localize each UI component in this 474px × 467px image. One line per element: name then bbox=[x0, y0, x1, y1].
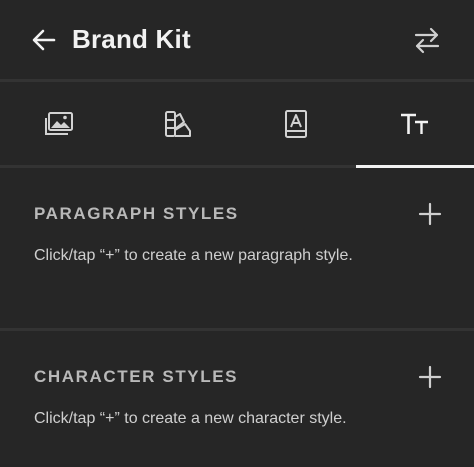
tab-colors[interactable] bbox=[119, 82, 238, 165]
swap-button[interactable] bbox=[412, 25, 442, 55]
add-character-style-button[interactable] bbox=[416, 363, 444, 391]
paragraph-styles-title: PARAGRAPH STYLES bbox=[34, 204, 239, 223]
paragraph-styles-hint: Click/tap “+” to create a new paragraph … bbox=[34, 247, 353, 264]
character-styles-hint: Click/tap “+” to create a new character … bbox=[34, 410, 347, 427]
swap-arrows-icon bbox=[414, 27, 440, 53]
plus-icon bbox=[418, 202, 442, 226]
brand-kit-panel: Brand Kit PARAGRAPH STYLES Click/tap “+”… bbox=[0, 0, 474, 467]
character-styles-header: CHARACTER STYLES bbox=[34, 331, 442, 391]
character-styles-section: CHARACTER STYLES Click/tap “+” to create… bbox=[0, 331, 474, 464]
color-swatch-icon bbox=[164, 110, 191, 137]
paragraph-styles-section: PARAGRAPH STYLES Click/tap “+” to create… bbox=[0, 168, 474, 331]
tab-bar bbox=[0, 82, 474, 168]
character-styles-title: CHARACTER STYLES bbox=[34, 367, 239, 386]
paragraph-styles-header: PARAGRAPH STYLES bbox=[34, 168, 442, 228]
image-icon bbox=[45, 111, 74, 135]
tab-logos[interactable] bbox=[237, 82, 356, 165]
logo-book-icon bbox=[285, 109, 308, 138]
panel-header: Brand Kit bbox=[0, 0, 474, 82]
text-styles-icon bbox=[400, 113, 428, 134]
add-paragraph-style-button[interactable] bbox=[416, 200, 444, 228]
back-button[interactable] bbox=[30, 26, 58, 54]
plus-icon bbox=[418, 365, 442, 389]
tab-images[interactable] bbox=[0, 82, 119, 165]
tab-text-styles[interactable] bbox=[355, 82, 474, 168]
page-title: Brand Kit bbox=[72, 24, 191, 54]
arrow-left-icon bbox=[32, 29, 56, 50]
